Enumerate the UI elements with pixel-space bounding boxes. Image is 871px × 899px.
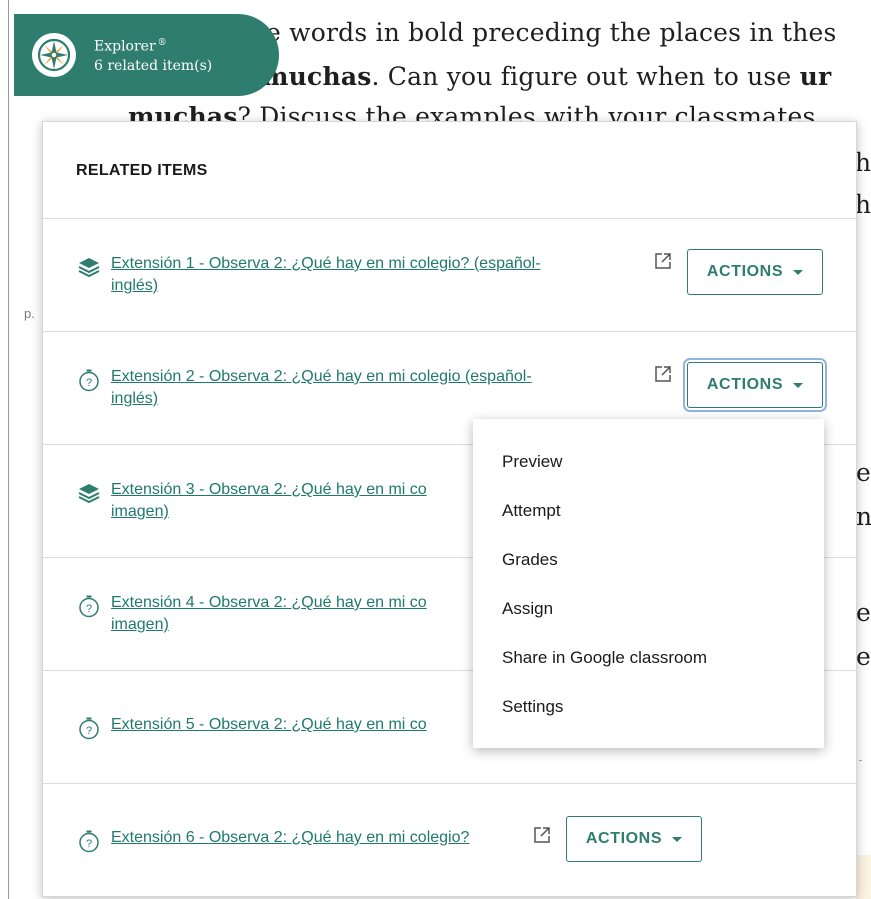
actions-button[interactable]: ACTIONS	[687, 362, 823, 408]
actions-dropdown-menu: Preview Attempt Grades Assign Share in G…	[473, 419, 824, 748]
panel-header: RELATED ITEMS	[43, 122, 856, 219]
link-line: Extensión 1 - Observa 2: ¿Qué hay en mi …	[111, 255, 541, 272]
textbook-line: muchas. Can you figure out when to use u…	[262, 62, 831, 91]
link-line: Extensión 6 - Observa 2: ¿Qué hay en mi …	[111, 829, 470, 846]
textbook-fragment: e	[856, 642, 871, 671]
menu-item-share-google-classroom[interactable]: Share in Google classroom	[473, 633, 824, 682]
actions-label: ACTIONS	[706, 376, 784, 393]
stopwatch-question-icon: ?	[79, 595, 99, 618]
link-line: Extensión 2 - Observa 2: ¿Qué hay en mi …	[111, 368, 532, 385]
page-marker: p.	[24, 306, 35, 321]
svg-text:?: ?	[86, 377, 92, 389]
external-link-icon[interactable]	[654, 365, 672, 383]
stopwatch-question-icon: ?	[79, 717, 99, 740]
explorer-toggle-button[interactable]: Explorer ® 6 related item(s)	[14, 14, 279, 96]
related-count: 6 related item(s)	[94, 57, 213, 74]
explorer-title-text: Explorer	[94, 38, 156, 55]
link-line: Extensión 5 - Observa 2: ¿Qué hay en mi …	[111, 716, 427, 733]
related-item-link[interactable]: Extensión 6 - Observa 2: ¿Qué hay en mi …	[111, 827, 469, 849]
svg-text:?: ?	[86, 603, 92, 615]
menu-item-assign[interactable]: Assign	[473, 584, 824, 633]
external-link-icon[interactable]	[533, 826, 551, 844]
link-line: Extensión 3 - Observa 2: ¿Qué hay en mi …	[111, 481, 427, 498]
actions-label: ACTIONS	[585, 830, 663, 847]
related-item-row: ? Extensión 6 - Observa 2: ¿Qué hay en m…	[43, 784, 856, 897]
caret-down-icon	[672, 836, 683, 842]
menu-item-preview[interactable]: Preview	[473, 437, 824, 486]
external-link-icon[interactable]	[654, 252, 672, 270]
related-item-link[interactable]: Extensión 2 - Observa 2: ¿Qué hay en mi …	[111, 366, 532, 410]
textbook-fragment: e	[856, 458, 871, 487]
highlight-strip	[856, 855, 871, 899]
stopwatch-question-icon: ?	[79, 369, 99, 392]
related-item-link[interactable]: Extensión 5 - Observa 2: ¿Qué hay en mi …	[111, 714, 427, 736]
link-line: inglés)	[111, 277, 159, 294]
stopwatch-question-icon: ?	[79, 830, 99, 853]
bold-word: ur	[799, 62, 832, 91]
textbook-line: e words in bold preceding the places in …	[266, 18, 837, 47]
link-line: imagen)	[111, 616, 169, 633]
caret-down-icon	[793, 382, 804, 388]
panel-title: RELATED ITEMS	[76, 162, 208, 179]
related-item-row: Extensión 1 - Observa 2: ¿Qué hay en mi …	[43, 219, 856, 332]
caret-down-icon	[793, 269, 804, 275]
actions-button[interactable]: ACTIONS	[687, 249, 823, 295]
actions-button[interactable]: ACTIONS	[566, 816, 702, 862]
textbook-fragment: e	[856, 598, 871, 627]
actions-label: ACTIONS	[706, 263, 784, 280]
layers-icon	[78, 258, 100, 278]
textbook-text: . Can you figure out when to use	[371, 62, 800, 91]
bold-word: muchas	[262, 62, 372, 91]
link-line: Extensión 4 - Observa 2: ¿Qué hay en mi …	[111, 594, 427, 611]
explorer-title: Explorer ®	[94, 34, 212, 57]
svg-text:?: ?	[86, 838, 92, 850]
related-item-link[interactable]: Extensión 1 - Observa 2: ¿Qué hay en mi …	[111, 253, 541, 297]
menu-item-settings[interactable]: Settings	[473, 682, 824, 731]
link-line: inglés)	[111, 390, 159, 407]
compass-icon	[32, 33, 76, 77]
registered-mark: ®	[157, 38, 167, 49]
textbook-fragment: h	[855, 148, 871, 177]
textbook-fragment: n	[856, 502, 871, 531]
related-item-link[interactable]: Extensión 3 - Observa 2: ¿Qué hay en mi …	[111, 479, 427, 523]
menu-item-attempt[interactable]: Attempt	[473, 486, 824, 535]
menu-item-grades[interactable]: Grades	[473, 535, 824, 584]
svg-text:?: ?	[86, 725, 92, 737]
textbook-fragment: h	[855, 190, 871, 219]
explorer-label: Explorer ® 6 related item(s)	[94, 34, 212, 76]
link-line: imagen)	[111, 503, 169, 520]
related-item-link[interactable]: Extensión 4 - Observa 2: ¿Qué hay en mi …	[111, 592, 427, 636]
layers-icon	[78, 484, 100, 504]
